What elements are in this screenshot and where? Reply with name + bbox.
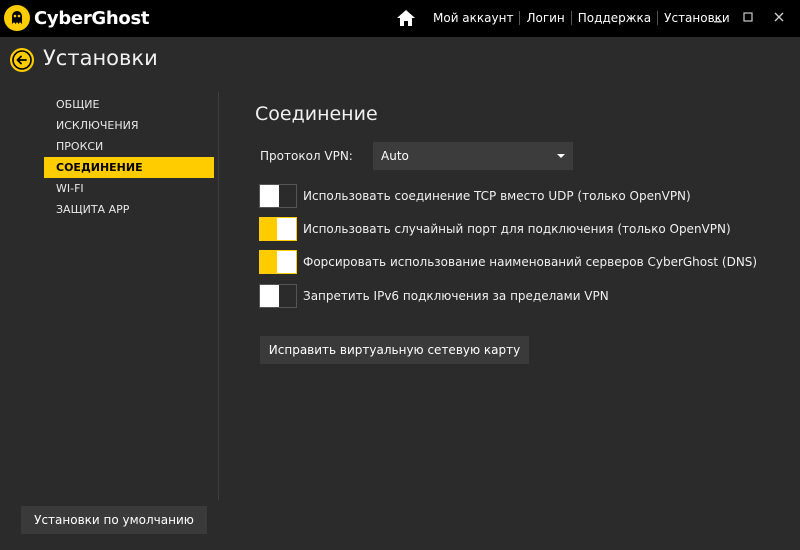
option-ipv6-row: Запретить IPv6 подключения за пределами … bbox=[259, 284, 609, 308]
option-random-port-row: Использовать случайный порт для подключе… bbox=[259, 217, 731, 241]
random-port-toggle[interactable] bbox=[259, 217, 297, 241]
page-title: Установки bbox=[43, 46, 158, 70]
sidebar-item-wifi[interactable]: WI-FI bbox=[44, 178, 214, 199]
tcp-option-label: Использовать соединение TCP вместо UDP (… bbox=[303, 189, 691, 203]
sidebar-item-exclusions[interactable]: ИСКЛЮЧЕНИЯ bbox=[44, 115, 214, 136]
reset-defaults-button[interactable]: Установки по умолчанию bbox=[21, 506, 207, 534]
dns-option-label: Форсировать использование наименований с… bbox=[303, 255, 758, 269]
nav-login[interactable]: Логин bbox=[520, 10, 570, 26]
vpn-protocol-label: Протокол VPN: bbox=[260, 149, 353, 163]
option-tcp-row: Использовать соединение TCP вместо UDP (… bbox=[259, 184, 691, 208]
nav-my-account[interactable]: Мой аккаунт bbox=[427, 10, 519, 26]
toggle-knob bbox=[277, 218, 296, 240]
home-icon[interactable] bbox=[396, 9, 416, 27]
top-navigation: Мой аккаунт Логин Поддержка Установки bbox=[396, 8, 736, 28]
dns-toggle[interactable] bbox=[259, 250, 297, 274]
ipv6-toggle[interactable] bbox=[259, 284, 297, 308]
title-bar: CyberGhost Мой аккаунт Логин Поддержка У… bbox=[0, 0, 800, 37]
toggle-knob bbox=[260, 285, 279, 307]
ghost-icon bbox=[4, 5, 30, 31]
sidebar-item-app-protection[interactable]: ЗАЩИТА APP bbox=[44, 199, 214, 220]
sidebar-item-proxy[interactable]: ПРОКСИ bbox=[44, 136, 214, 157]
fix-network-adapter-button[interactable]: Исправить виртуальную сетевую карту bbox=[260, 336, 529, 364]
random-port-option-label: Использовать случайный порт для подключе… bbox=[303, 222, 731, 236]
toggle-knob bbox=[277, 251, 296, 273]
section-title: Соединение bbox=[255, 103, 378, 125]
sidebar-item-connection[interactable]: СОЕДИНЕНИЕ bbox=[44, 157, 214, 178]
maximize-icon[interactable] bbox=[741, 10, 755, 24]
back-button[interactable] bbox=[10, 48, 34, 72]
app-logo: CyberGhost bbox=[4, 5, 149, 31]
sidebar-divider bbox=[218, 92, 219, 500]
sidebar-item-general[interactable]: ОБЩИЕ bbox=[44, 94, 214, 115]
app-name: CyberGhost bbox=[34, 7, 150, 29]
vpn-protocol-value: Auto bbox=[381, 149, 409, 163]
option-dns-row: Форсировать использование наименований с… bbox=[259, 250, 757, 274]
vpn-protocol-select[interactable]: Auto bbox=[373, 142, 573, 170]
minimize-icon[interactable] bbox=[711, 10, 725, 24]
toggle-knob bbox=[260, 185, 279, 207]
tcp-toggle[interactable] bbox=[259, 184, 297, 208]
arrow-left-icon bbox=[12, 50, 32, 70]
nav-support[interactable]: Поддержка bbox=[572, 10, 657, 26]
settings-sidebar: ОБЩИЕ ИСКЛЮЧЕНИЯ ПРОКСИ СОЕДИНЕНИЕ WI-FI… bbox=[44, 94, 214, 220]
ipv6-option-label: Запретить IPv6 подключения за пределами … bbox=[303, 289, 609, 303]
close-icon[interactable] bbox=[772, 10, 786, 24]
chevron-down-icon bbox=[557, 154, 565, 158]
